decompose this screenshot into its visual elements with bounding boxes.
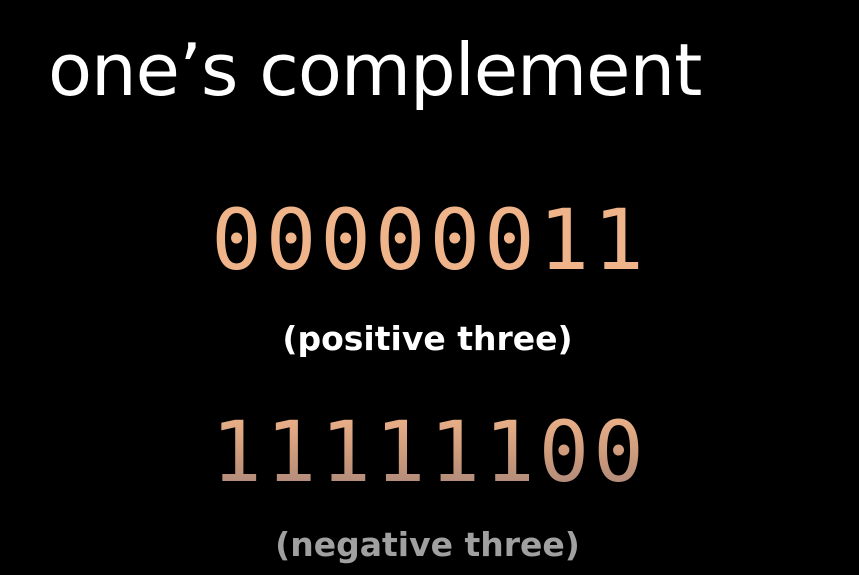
slide-title: one’s complement bbox=[48, 28, 702, 112]
positive-binary-value: 00000011 bbox=[211, 191, 648, 289]
negative-binary-value: 11111100 bbox=[0, 410, 859, 494]
positive-caption: (positive three) bbox=[282, 319, 573, 358]
negative-caption: (negative three) bbox=[275, 525, 580, 564]
slide: one’s complement 00000011 (positive thre… bbox=[0, 0, 859, 575]
